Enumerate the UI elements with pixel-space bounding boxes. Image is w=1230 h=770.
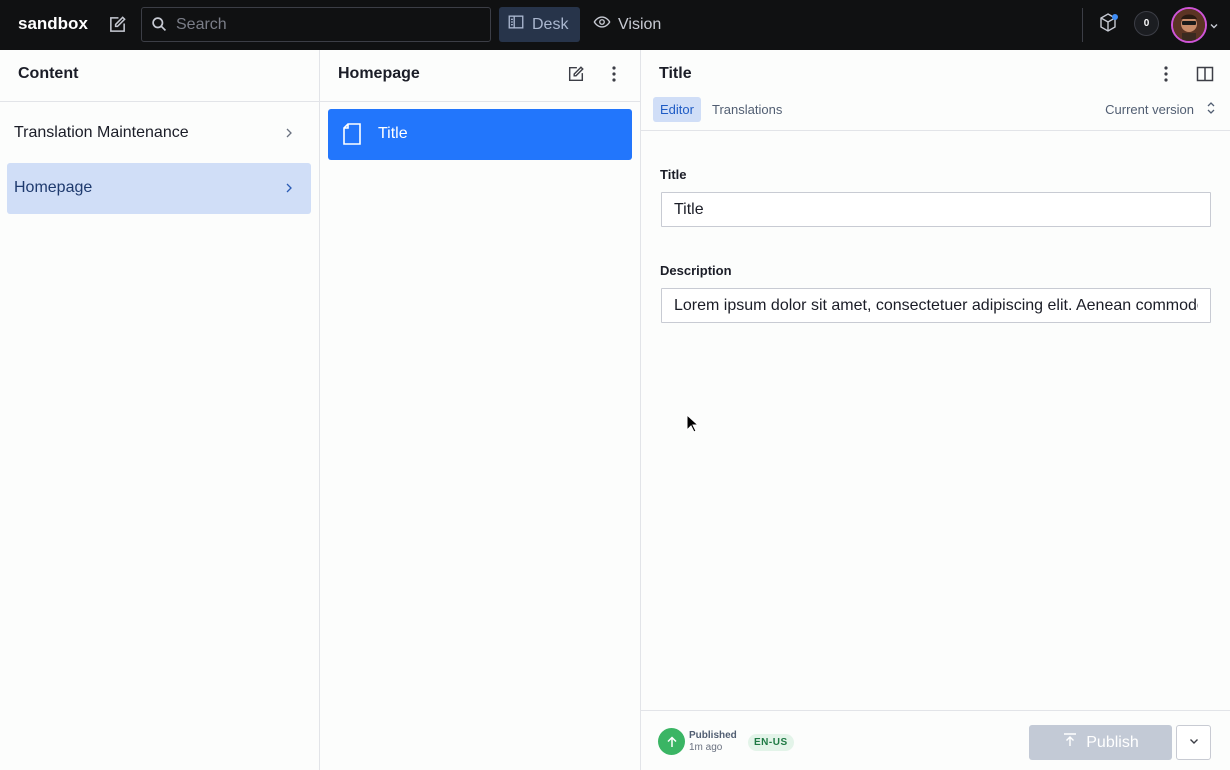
locale-badge: EN-US — [748, 734, 794, 751]
cube-icon[interactable] — [1096, 11, 1120, 35]
compose-icon[interactable] — [104, 11, 130, 37]
publish-menu-button[interactable] — [1176, 725, 1211, 760]
user-avatar[interactable] — [1171, 7, 1207, 43]
chevron-down-icon[interactable] — [1209, 18, 1219, 36]
editor-header: Title Editor Translations Current versio… — [641, 50, 1230, 131]
more-vertical-icon[interactable] — [1153, 61, 1179, 87]
publish-status: Published — [689, 730, 737, 741]
document-item-title[interactable]: Title — [328, 109, 632, 160]
tab-translations[interactable]: Translations — [705, 97, 789, 122]
publish-time: 1m ago — [689, 742, 723, 753]
more-vertical-icon[interactable] — [601, 61, 627, 87]
publish-button[interactable]: Publish — [1029, 725, 1172, 760]
content-pane-header: Content — [0, 50, 319, 102]
tool-vision[interactable]: Vision — [585, 7, 671, 42]
search-input[interactable] — [176, 8, 476, 41]
tool-desk-label: Desk — [532, 15, 569, 33]
document-list-title: Homepage — [338, 65, 420, 82]
list-item-homepage[interactable]: Homepage — [7, 163, 311, 214]
editor-title: Title — [659, 65, 692, 82]
top-navbar: sandbox Desk Vision 0 — [0, 0, 1230, 50]
split-pane-icon[interactable] — [1192, 61, 1218, 87]
description-field-label: Description — [660, 263, 732, 278]
desk-icon — [507, 13, 525, 36]
chevron-right-icon — [284, 181, 294, 199]
workspace-brand[interactable]: sandbox — [18, 14, 88, 34]
list-item-label: Homepage — [14, 179, 93, 196]
list-item-label: Translation Maintenance — [14, 124, 189, 141]
document-list-pane: Homepage Title — [320, 50, 641, 770]
document-list-header: Homepage — [320, 50, 640, 102]
tool-vision-label: Vision — [618, 15, 662, 33]
mouse-cursor-icon — [686, 413, 700, 439]
notification-dot — [1112, 14, 1118, 20]
title-input[interactable] — [661, 192, 1211, 227]
chevron-up-down-icon[interactable] — [1206, 100, 1216, 121]
description-input[interactable] — [661, 288, 1211, 323]
content-pane: Content Translation Maintenance Homepage — [0, 50, 320, 770]
notification-count-badge[interactable]: 0 — [1134, 11, 1159, 36]
document-footer: Published 1m ago EN-US Publish — [641, 710, 1230, 770]
document-icon — [342, 122, 362, 151]
document-item-label: Title — [378, 125, 408, 142]
chevron-down-icon — [1188, 734, 1200, 752]
eye-icon — [593, 13, 611, 36]
tool-desk[interactable]: Desk — [499, 7, 580, 42]
published-icon — [658, 728, 685, 755]
navbar-divider — [1082, 8, 1083, 42]
tab-editor[interactable]: Editor — [653, 97, 701, 122]
compose-icon[interactable] — [563, 61, 589, 87]
chevron-right-icon — [284, 126, 294, 144]
publish-icon — [1062, 732, 1078, 753]
list-item-translation-maintenance[interactable]: Translation Maintenance — [7, 108, 311, 159]
search-icon — [151, 16, 168, 38]
version-selector[interactable]: Current version — [1105, 102, 1194, 117]
search-field[interactable] — [141, 7, 491, 42]
title-field-label: Title — [660, 167, 687, 182]
editor-pane: Title Editor Translations Current versio… — [641, 50, 1230, 770]
content-pane-title: Content — [18, 65, 79, 82]
publish-label: Publish — [1086, 733, 1139, 751]
